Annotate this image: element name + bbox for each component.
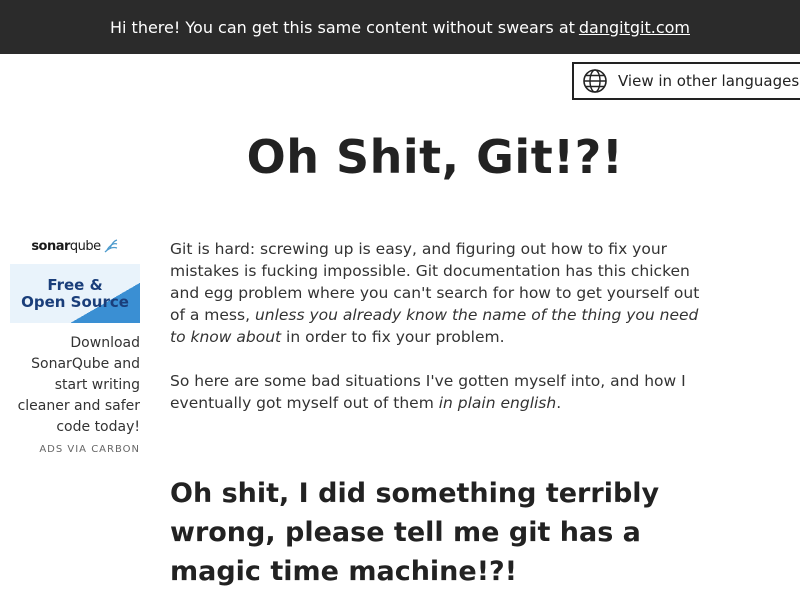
intro-paragraph-2: So here are some bad situations I've got… <box>170 370 706 414</box>
intro-paragraph-1: Git is hard: screwing up is easy, and fi… <box>170 238 706 348</box>
intro-p1-text-end: in order to fix your problem. <box>281 328 505 346</box>
sonarqube-logo-bold: sonar <box>31 238 70 254</box>
intro-content: Git is hard: screwing up is easy, and fi… <box>170 238 706 436</box>
page-title: Oh Shit, Git!?! <box>246 130 624 184</box>
globe-icon <box>582 68 608 94</box>
swear-free-banner: Hi there! You can get this same content … <box>0 0 800 54</box>
carbon-ad[interactable]: sonar qube Free & Open Source Download So… <box>10 232 140 455</box>
ad-banner-image[interactable]: Free & Open Source <box>10 264 140 323</box>
ad-banner-line2: Open Source <box>21 292 129 311</box>
dangitgit-link[interactable]: dangitgit.com <box>579 18 690 37</box>
section-heading-time-machine: Oh shit, I did something terribly wrong,… <box>170 478 660 587</box>
language-selector-button[interactable]: View in other languages <box>572 62 800 100</box>
ad-description[interactable]: Download SonarQube and start writing cle… <box>10 333 140 438</box>
sonarqube-wave-icon <box>104 239 117 253</box>
intro-p2-text-end: . <box>556 394 562 412</box>
intro-p2-text: So here are some bad situations I've got… <box>170 372 686 412</box>
intro-p2-emphasis: in plain english <box>438 394 557 412</box>
ad-banner-line1: Free & <box>47 275 103 294</box>
sonarqube-logo-rest: qube <box>69 238 101 254</box>
language-selector-label: View in other languages <box>618 72 800 90</box>
sonarqube-logo[interactable]: sonar qube <box>10 232 140 260</box>
ads-via-carbon-link[interactable]: ADS VIA CARBON <box>10 444 140 455</box>
banner-text: Hi there! You can get this same content … <box>109 17 575 37</box>
